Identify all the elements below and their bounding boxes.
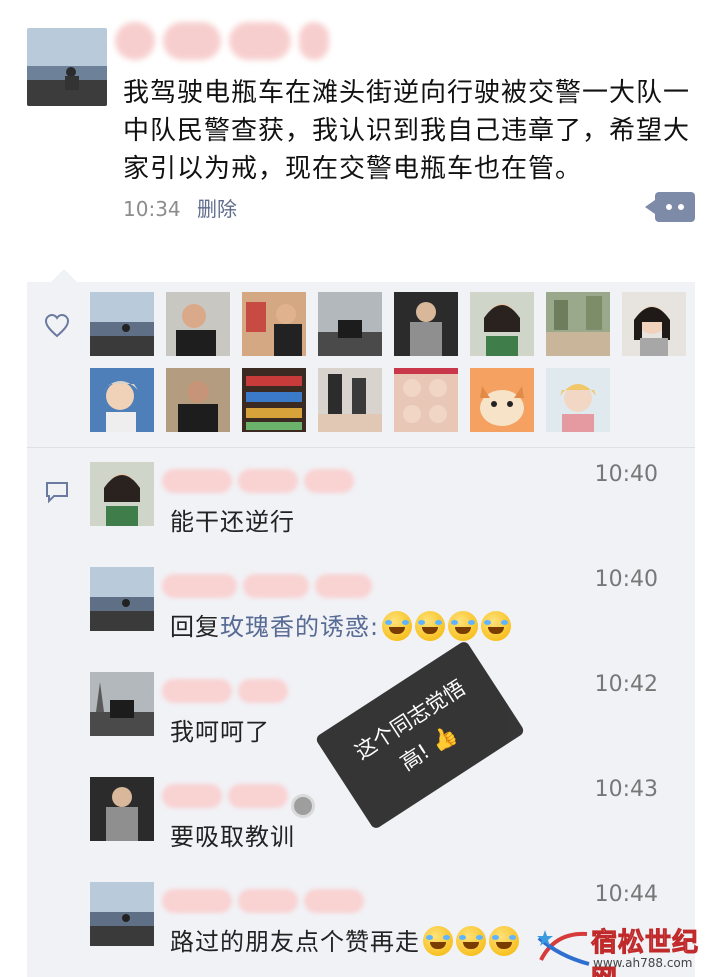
lakeside-photo-avatar bbox=[27, 28, 107, 106]
commenter-avatar[interactable] bbox=[90, 462, 154, 526]
liker-avatar[interactable] bbox=[90, 368, 154, 432]
comment-text: 要吸取教训 bbox=[170, 817, 295, 852]
comment-time: 10:40 bbox=[594, 567, 658, 592]
commenter-avatar[interactable] bbox=[90, 777, 154, 841]
comment-time: 10:40 bbox=[594, 462, 658, 487]
liker-avatar[interactable] bbox=[166, 368, 230, 432]
liker-avatar[interactable] bbox=[242, 292, 306, 356]
tag-anchor-dot bbox=[291, 794, 315, 818]
liker-avatar[interactable] bbox=[394, 368, 458, 432]
comment-body: 能干还逆行 bbox=[170, 508, 295, 536]
commenter-avatar[interactable] bbox=[90, 567, 154, 631]
comment-item[interactable]: 10:40 能干还逆行 bbox=[90, 462, 690, 562]
thumbs-up-icon: 👍 bbox=[426, 721, 462, 756]
liker-avatar[interactable] bbox=[166, 292, 230, 356]
site-watermark: 宿松世纪网 www.ah788.com bbox=[535, 920, 720, 977]
site-logo-icon bbox=[537, 930, 590, 966]
delete-link[interactable]: 删除 bbox=[197, 197, 237, 221]
comment-body: 要吸取教训 bbox=[170, 823, 295, 851]
liker-avatar[interactable] bbox=[470, 292, 534, 356]
likers-grid bbox=[90, 292, 690, 432]
more-dots-icon bbox=[666, 204, 672, 210]
panel-notch bbox=[50, 269, 78, 283]
laughing-crying-emoji-icon bbox=[448, 611, 479, 641]
comment-time: 10:44 bbox=[594, 882, 658, 907]
panel-divider bbox=[27, 447, 695, 448]
liker-avatar[interactable] bbox=[470, 368, 534, 432]
post-time: 10:34 bbox=[123, 197, 181, 221]
comment-bubble-icon bbox=[46, 482, 68, 504]
post-meta: 10:34 删除 bbox=[123, 193, 237, 222]
commenter-avatar[interactable] bbox=[90, 672, 154, 736]
liker-avatar[interactable] bbox=[622, 292, 686, 356]
laughing-crying-emoji-icon bbox=[415, 611, 446, 641]
comment-item[interactable]: 10:40 回复玫瑰香的诱惑: bbox=[90, 567, 690, 667]
comment-text: 我呵呵了 bbox=[170, 712, 270, 747]
laughing-crying-emoji-icon bbox=[456, 926, 486, 956]
comment-body: 我呵呵了 bbox=[170, 718, 270, 746]
liker-avatar[interactable] bbox=[318, 368, 382, 432]
commenter-avatar[interactable] bbox=[90, 882, 154, 946]
commenter-name-blurred[interactable] bbox=[162, 462, 372, 500]
moments-post-page: 我驾驶电瓶车在滩头街逆向行驶被交警一大队一中队民警查获，我认识到我自己违章了，希… bbox=[0, 0, 720, 977]
comment-time: 10:42 bbox=[594, 672, 658, 697]
laughing-crying-emoji-icon bbox=[481, 611, 512, 641]
commenter-name-blurred[interactable] bbox=[162, 672, 372, 710]
laughing-crying-emoji-icon bbox=[423, 926, 453, 956]
heart-outline-icon bbox=[44, 313, 70, 338]
comment-text: 能干还逆行 bbox=[170, 502, 295, 537]
reply-prefix: 回复 bbox=[170, 613, 220, 641]
comment-text: 回复玫瑰香的诱惑: bbox=[170, 607, 512, 642]
reply-to-link[interactable]: 玫瑰香的诱惑: bbox=[220, 613, 379, 641]
comment-time: 10:43 bbox=[594, 777, 658, 802]
liker-avatar[interactable] bbox=[242, 368, 306, 432]
commenter-name-blurred[interactable] bbox=[162, 777, 372, 815]
commenter-name-blurred[interactable] bbox=[162, 567, 372, 605]
commenter-name-blurred[interactable] bbox=[162, 882, 372, 920]
liker-avatar[interactable] bbox=[546, 292, 610, 356]
poster-avatar[interactable] bbox=[27, 28, 107, 106]
comment-text: 路过的朋友点个赞再走 bbox=[170, 922, 519, 957]
more-actions-button[interactable] bbox=[645, 192, 695, 222]
liker-avatar[interactable] bbox=[90, 292, 154, 356]
liker-avatar[interactable] bbox=[546, 368, 610, 432]
liker-avatar[interactable] bbox=[394, 292, 458, 356]
post-text: 我驾驶电瓶车在滩头街逆向行驶被交警一大队一中队民警查获，我认识到我自己违章了，希… bbox=[123, 78, 691, 184]
annotation-line-2-text: 高! bbox=[396, 739, 434, 776]
liker-avatar[interactable] bbox=[318, 292, 382, 356]
comment-body: 路过的朋友点个赞再走 bbox=[170, 928, 420, 956]
more-dots-icon bbox=[678, 204, 684, 210]
laughing-crying-emoji-icon bbox=[489, 926, 519, 956]
poster-name-blurred[interactable] bbox=[115, 18, 330, 63]
watermark-url: www.ah788.com bbox=[593, 956, 693, 970]
laughing-crying-emoji-icon bbox=[382, 611, 413, 641]
